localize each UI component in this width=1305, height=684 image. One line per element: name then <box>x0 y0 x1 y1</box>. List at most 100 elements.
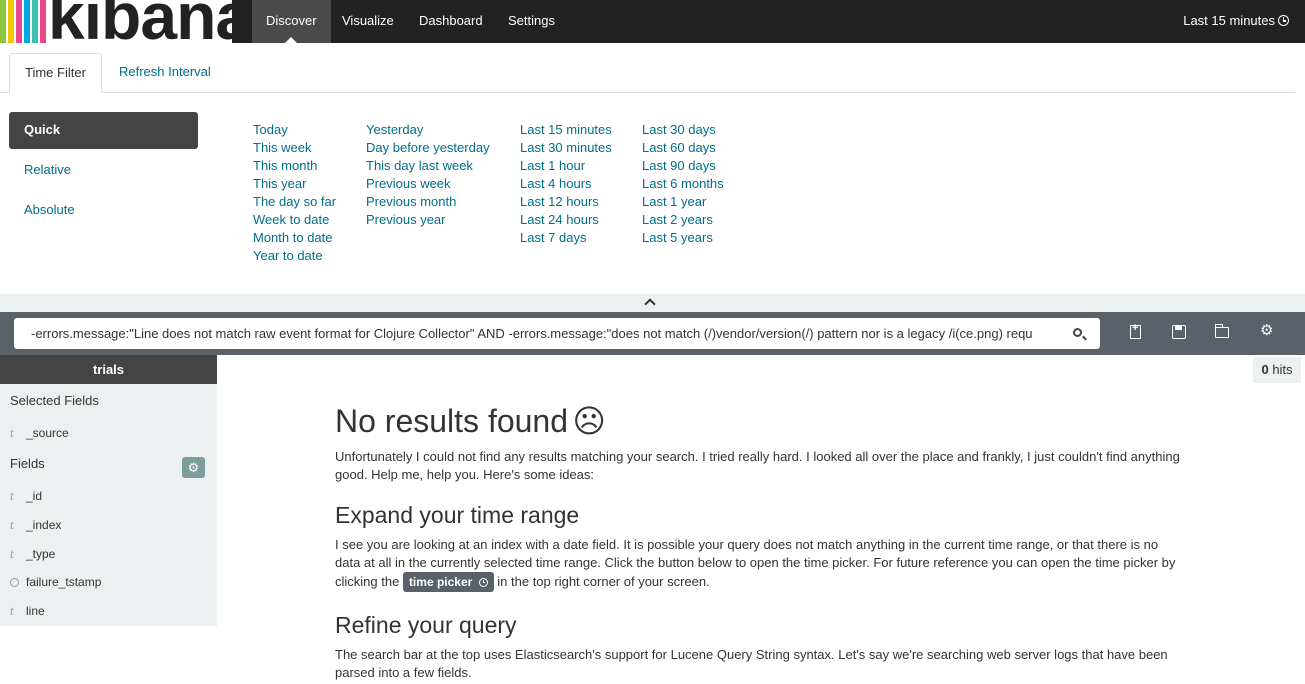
logo-bar <box>24 0 30 43</box>
logo-bar <box>16 0 22 43</box>
tab-time-filter[interactable]: Time Filter <box>9 53 102 93</box>
expand-heading: Expand your time range <box>335 502 580 528</box>
time-picker-inline-label: time picker <box>408 575 473 589</box>
top-navbar: kibana Discover Visualize Dashboard Sett… <box>0 0 1305 43</box>
quick-last-1-hour[interactable]: Last 1 hour <box>520 157 612 175</box>
nav-dashboard[interactable]: Dashboard <box>405 0 497 43</box>
gear-icon[interactable]: ⚙ <box>1260 323 1274 338</box>
field-item[interactable]: t _id <box>10 489 42 503</box>
logo-bar <box>40 0 46 43</box>
expand-text: I see you are looking at an index with a… <box>335 536 1185 592</box>
field-settings-gear-icon[interactable]: ⚙ <box>182 457 205 478</box>
search-input[interactable]: -errors.message:"Line does not match raw… <box>14 318 1057 349</box>
quick-yesterday[interactable]: Yesterday <box>366 121 490 139</box>
expand-text-part-2: in the top right corner of your screen. <box>497 574 710 589</box>
refine-heading: Refine your query <box>335 612 517 638</box>
clock-icon <box>1278 15 1289 26</box>
quick-day-before-yesterday[interactable]: Day before yesterday <box>366 139 490 157</box>
collapse-timefilter-bar[interactable] <box>0 294 1305 312</box>
quick-week-to-date[interactable]: Week to date <box>253 211 336 229</box>
quick-last-6-months[interactable]: Last 6 months <box>642 175 724 193</box>
string-type-icon: t <box>10 521 15 532</box>
quick-column-3: Last 15 minutes Last 30 minutes Last 1 h… <box>520 121 612 247</box>
quick-last-30-days[interactable]: Last 30 days <box>642 121 724 139</box>
quick-last-12-hours[interactable]: Last 12 hours <box>520 193 612 211</box>
search-bar: -errors.message:"Line does not match raw… <box>0 312 1305 355</box>
quick-year-to-date[interactable]: Year to date <box>253 247 336 265</box>
search-icon <box>1073 328 1082 337</box>
quick-last-4-hours[interactable]: Last 4 hours <box>520 175 612 193</box>
new-search-icon[interactable] <box>1130 322 1141 339</box>
quick-this-year[interactable]: This year <box>253 175 336 193</box>
time-picker-inline-button[interactable]: time picker <box>402 572 494 592</box>
quick-last-60-days[interactable]: Last 60 days <box>642 139 724 157</box>
field-name: failure_tstamp <box>26 575 102 589</box>
clock-icon <box>478 578 488 587</box>
field-name: _type <box>26 547 56 561</box>
logo-bar <box>0 0 6 43</box>
field-name: _id <box>26 489 43 503</box>
quick-last-5-years[interactable]: Last 5 years <box>642 229 724 247</box>
fields-header: Fields <box>10 456 45 471</box>
field-name: line <box>26 604 45 618</box>
timefilter-tabs: Time Filter Refresh Interval <box>0 53 1295 93</box>
quick-this-month[interactable]: This month <box>253 157 336 175</box>
refine-text: The search bar at the top uses Elasticse… <box>335 647 1168 680</box>
quick-last-7-days[interactable]: Last 7 days <box>520 229 612 247</box>
quick-column-4: Last 30 days Last 60 days Last 90 days L… <box>642 121 724 247</box>
quick-last-15-minutes[interactable]: Last 15 minutes <box>520 121 612 139</box>
kibana-logo[interactable]: kibana <box>0 0 232 43</box>
index-pattern-name[interactable]: trials <box>0 355 217 384</box>
quick-column-2: Yesterday Day before yesterday This day … <box>366 121 490 229</box>
clock-icon <box>10 578 19 587</box>
quick-column-1: Today This week This month This year The… <box>253 121 336 265</box>
save-search-icon[interactable] <box>1172 325 1186 339</box>
quick-last-2-years[interactable]: Last 2 years <box>642 211 724 229</box>
no-results-title-row: No results found ☹ <box>335 402 1185 440</box>
open-search-icon[interactable] <box>1215 324 1229 338</box>
time-picker-button[interactable]: Last 15 minutes <box>1183 0 1289 43</box>
quick-last-90-days[interactable]: Last 90 days <box>642 157 724 175</box>
nav-discover[interactable]: Discover <box>252 0 331 43</box>
quick-last-1-year[interactable]: Last 1 year <box>642 193 724 211</box>
string-type-icon: t <box>10 550 15 561</box>
field-item[interactable]: t _source <box>10 426 69 440</box>
field-item[interactable]: t line <box>10 604 45 618</box>
hits-counter: 0 hits <box>1253 357 1301 383</box>
quick-previous-month[interactable]: Previous month <box>366 193 490 211</box>
quick-previous-year[interactable]: Previous year <box>366 211 490 229</box>
quick-this-day-last-week[interactable]: This day last week <box>366 157 490 175</box>
quick-month-to-date[interactable]: Month to date <box>253 229 336 247</box>
logo-bar <box>32 0 38 43</box>
nav-visualize[interactable]: Visualize <box>328 0 408 43</box>
string-type-icon: t <box>10 429 15 440</box>
quick-day-so-far[interactable]: The day so far <box>253 193 336 211</box>
quick-last-24-hours[interactable]: Last 24 hours <box>520 211 612 229</box>
quick-today[interactable]: Today <box>253 121 336 139</box>
quick-last-30-minutes[interactable]: Last 30 minutes <box>520 139 612 157</box>
mode-quick[interactable]: Quick <box>9 112 198 149</box>
sad-face-icon: ☹ <box>572 403 606 439</box>
field-item[interactable]: failure_tstamp <box>10 575 101 589</box>
hits-count: 0 <box>1261 362 1269 377</box>
nav-settings[interactable]: Settings <box>494 0 569 43</box>
field-item[interactable]: t _type <box>10 547 55 561</box>
tab-refresh-interval[interactable]: Refresh Interval <box>104 53 226 93</box>
chevron-up-icon <box>644 298 656 310</box>
string-type-icon: t <box>10 492 15 503</box>
field-name: _index <box>26 518 62 532</box>
logo-wordmark: kibana <box>48 0 232 43</box>
search-button[interactable] <box>1057 318 1100 349</box>
mode-absolute[interactable]: Absolute <box>9 192 198 229</box>
field-name: _source <box>26 426 69 440</box>
hits-label: hits <box>1272 362 1293 377</box>
intro-text: Unfortunately I could not find any resul… <box>335 449 1180 482</box>
field-item[interactable]: t _index <box>10 518 61 532</box>
mode-relative[interactable]: Relative <box>9 152 198 189</box>
field-sidebar: trials Selected Fields t _source Fields ⚙… <box>0 355 217 626</box>
quick-previous-week[interactable]: Previous week <box>366 175 490 193</box>
string-type-icon: t <box>10 607 15 618</box>
quick-this-week[interactable]: This week <box>253 139 336 157</box>
logo-bar <box>8 0 14 43</box>
time-picker-label: Last 15 minutes <box>1183 13 1275 28</box>
